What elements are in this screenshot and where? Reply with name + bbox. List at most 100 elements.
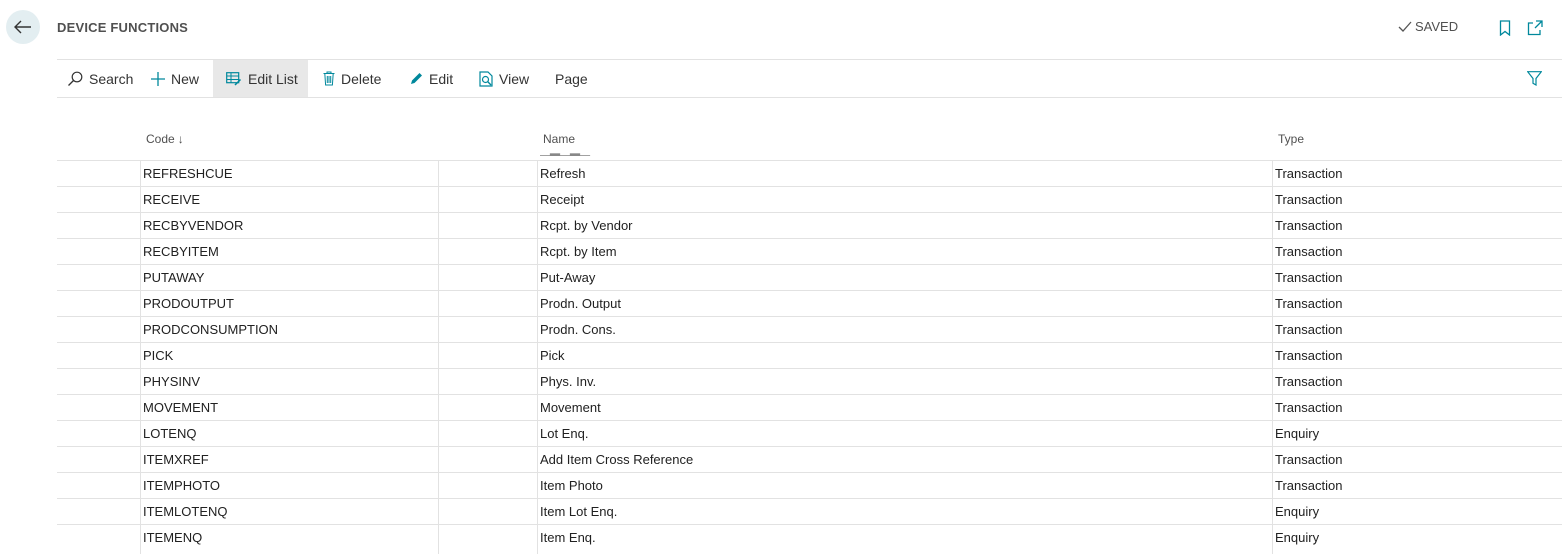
- cell-name[interactable]: Lot Enq.: [540, 421, 588, 446]
- view-button[interactable]: View: [479, 60, 529, 97]
- table-row[interactable]: MOVEMENT Movement Transaction: [57, 394, 1562, 420]
- table-row[interactable]: PRODCONSUMPTION Prodn. Cons. Transaction: [57, 316, 1562, 342]
- edit-button[interactable]: Edit: [410, 60, 453, 97]
- cell-type[interactable]: Transaction: [1275, 161, 1342, 186]
- cell-type[interactable]: Transaction: [1275, 213, 1342, 238]
- cell-type[interactable]: Enquiry: [1275, 525, 1319, 550]
- page-menu-button[interactable]: Page: [555, 60, 588, 97]
- table-row[interactable]: LOTENQ Lot Enq. Enquiry: [57, 420, 1562, 446]
- edit-list-label: Edit List: [248, 70, 298, 87]
- cell-type[interactable]: Enquiry: [1275, 421, 1319, 446]
- column-header-name-label: Name: [543, 132, 576, 146]
- pencil-icon: [410, 72, 423, 85]
- new-label: New: [171, 70, 200, 87]
- cell-type[interactable]: Transaction: [1275, 187, 1342, 212]
- saved-status: SAVED: [1398, 19, 1458, 34]
- scrolled-row-remnant: ▁▂▁▂▁: [540, 150, 600, 156]
- cell-code[interactable]: PUTAWAY: [143, 265, 204, 290]
- delete-label: Delete: [341, 70, 382, 87]
- column-header-code[interactable]: Code ↓: [146, 132, 184, 146]
- sort-descending-icon: ↓: [177, 132, 184, 146]
- cell-name[interactable]: Add Item Cross Reference: [540, 447, 693, 472]
- table-row[interactable]: ITEMXREF Add Item Cross Reference Transa…: [57, 446, 1562, 472]
- trash-icon: [323, 71, 335, 86]
- table-row[interactable]: RECBYVENDOR Rcpt. by Vendor Transaction: [57, 212, 1562, 238]
- delete-button[interactable]: Delete: [323, 60, 381, 97]
- edit-label: Edit: [429, 70, 454, 87]
- cell-type[interactable]: Transaction: [1275, 447, 1342, 472]
- cell-name[interactable]: Item Enq.: [540, 525, 596, 550]
- cell-name[interactable]: Phys. Inv.: [540, 369, 596, 394]
- cell-type[interactable]: Transaction: [1275, 265, 1342, 290]
- cell-name[interactable]: Put-Away: [540, 265, 595, 290]
- column-header-name[interactable]: Name: [543, 132, 575, 146]
- new-button[interactable]: New: [151, 60, 199, 97]
- table-row[interactable]: RECBYITEM Rcpt. by Item Transaction: [57, 238, 1562, 264]
- cell-name[interactable]: Movement: [540, 395, 601, 420]
- cell-name[interactable]: Receipt: [540, 187, 584, 212]
- cell-name[interactable]: Rcpt. by Item: [540, 239, 617, 264]
- cell-code[interactable]: PICK: [143, 343, 173, 368]
- table-row[interactable]: ITEMPHOTO Item Photo Transaction: [57, 472, 1562, 498]
- table-row[interactable]: RECEIVE Receipt Transaction: [57, 186, 1562, 212]
- cell-code[interactable]: MOVEMENT: [143, 395, 218, 420]
- open-new-window-icon[interactable]: [1526, 19, 1544, 37]
- action-toolbar: Search New Edit List Delete Edit View Pa…: [57, 60, 1562, 97]
- back-arrow-icon: [14, 20, 31, 34]
- table-row[interactable]: REFRESHCUE Refresh Transaction: [57, 160, 1562, 186]
- back-button[interactable]: [6, 10, 40, 44]
- column-header-type-label: Type: [1278, 132, 1305, 146]
- cell-type[interactable]: Transaction: [1275, 317, 1342, 342]
- edit-list-button[interactable]: Edit List: [213, 60, 308, 97]
- cell-name[interactable]: Refresh: [540, 161, 586, 186]
- cell-name[interactable]: Pick: [540, 343, 565, 368]
- cell-code[interactable]: ITEMENQ: [143, 525, 202, 550]
- cell-type[interactable]: Transaction: [1275, 395, 1342, 420]
- edit-list-icon: [226, 71, 242, 86]
- cell-type[interactable]: Enquiry: [1275, 499, 1319, 524]
- cell-code[interactable]: RECBYITEM: [143, 239, 219, 264]
- table-row[interactable]: PHYSINV Phys. Inv. Transaction: [57, 368, 1562, 394]
- view-label: View: [499, 70, 530, 87]
- page-label: Page: [555, 70, 588, 87]
- cell-code[interactable]: RECBYVENDOR: [143, 213, 243, 238]
- device-functions-table: REFRESHCUE Refresh Transaction RECEIVE R…: [57, 160, 1562, 550]
- column-header-type[interactable]: Type: [1278, 132, 1304, 146]
- cell-name[interactable]: Item Lot Enq.: [540, 499, 617, 524]
- table-row[interactable]: PRODOUTPUT Prodn. Output Transaction: [57, 290, 1562, 316]
- cell-name[interactable]: Prodn. Cons.: [540, 317, 616, 342]
- cell-code[interactable]: ITEMPHOTO: [143, 473, 220, 498]
- cell-type[interactable]: Transaction: [1275, 369, 1342, 394]
- toolbar-bottom-divider: [57, 97, 1562, 98]
- saved-status-label: SAVED: [1415, 19, 1459, 34]
- plus-icon: [151, 71, 165, 86]
- cell-code[interactable]: RECEIVE: [143, 187, 200, 212]
- column-header-code-label: Code: [146, 132, 175, 146]
- cell-name[interactable]: Prodn. Output: [540, 291, 621, 316]
- cell-code[interactable]: ITEMXREF: [143, 447, 209, 472]
- cell-code[interactable]: LOTENQ: [143, 421, 196, 446]
- filter-button[interactable]: [1527, 60, 1542, 97]
- cell-type[interactable]: Transaction: [1275, 343, 1342, 368]
- view-icon: [479, 70, 493, 87]
- cell-code[interactable]: REFRESHCUE: [143, 161, 233, 186]
- cell-code[interactable]: ITEMLOTENQ: [143, 499, 228, 524]
- cell-type[interactable]: Transaction: [1275, 239, 1342, 264]
- table-row[interactable]: PUTAWAY Put-Away Transaction: [57, 264, 1562, 290]
- cell-name[interactable]: Item Photo: [540, 473, 603, 498]
- search-label: Search: [89, 70, 134, 87]
- table-row[interactable]: ITEMLOTENQ Item Lot Enq. Enquiry: [57, 498, 1562, 524]
- search-icon: [67, 71, 83, 87]
- table-row[interactable]: PICK Pick Transaction: [57, 342, 1562, 368]
- filter-icon: [1527, 71, 1542, 86]
- table-row[interactable]: ITEMENQ Item Enq. Enquiry: [57, 524, 1562, 550]
- page-title: DEVICE FUNCTIONS: [57, 20, 189, 35]
- cell-type[interactable]: Transaction: [1275, 473, 1342, 498]
- cell-code[interactable]: PHYSINV: [143, 369, 200, 394]
- cell-code[interactable]: PRODCONSUMPTION: [143, 317, 278, 342]
- cell-code[interactable]: PRODOUTPUT: [143, 291, 234, 316]
- bookmark-icon[interactable]: [1496, 19, 1514, 37]
- cell-type[interactable]: Transaction: [1275, 291, 1342, 316]
- search-button[interactable]: Search: [67, 60, 133, 97]
- cell-name[interactable]: Rcpt. by Vendor: [540, 213, 633, 238]
